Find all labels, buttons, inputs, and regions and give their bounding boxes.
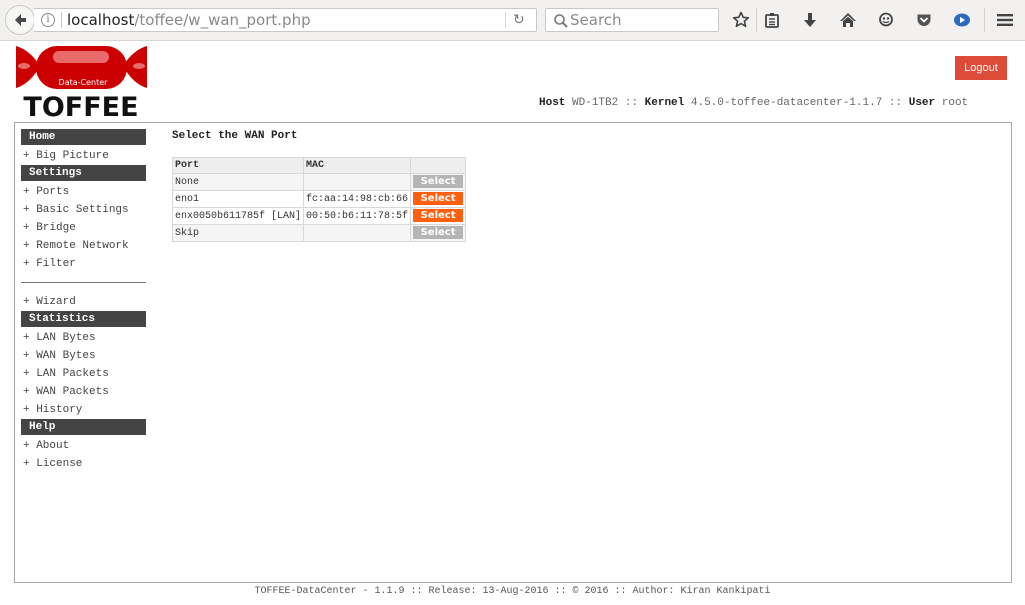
host-value: WD-1TB2	[572, 97, 619, 109]
sidebar-item-wan-packets[interactable]: + WAN Packets	[21, 383, 146, 401]
sidebar-item-big-picture[interactable]: + Big Picture	[21, 147, 146, 165]
port-cell: None	[171, 173, 305, 191]
menu-icon[interactable]	[994, 9, 1016, 31]
star-icon[interactable]	[730, 9, 752, 31]
table-row: None Select	[171, 173, 467, 191]
search-icon	[554, 14, 568, 28]
sidebar-heading-statistics: Statistics	[21, 311, 146, 327]
logo-title: TOFFEE	[23, 92, 138, 118]
sidebar-item-remote-network[interactable]: + Remote Network	[21, 237, 146, 255]
host-label: Host	[539, 97, 566, 109]
sidebar-item-license[interactable]: + License	[21, 455, 146, 473]
page-title: Select the WAN Port	[172, 130, 298, 142]
column-header-action	[410, 157, 467, 174]
sidebar-item-wizard[interactable]: + Wizard	[21, 293, 146, 311]
toolbar-separator	[984, 8, 985, 32]
browser-toolbar: i localhost/toffee/w_wan_port.php ↻ Sear…	[0, 0, 1025, 41]
reading-list-icon[interactable]	[761, 9, 783, 31]
sidebar-item-history[interactable]: + History	[21, 401, 146, 419]
port-cell: enx0050b611785f [LAN]	[171, 207, 305, 225]
select-eno1-button[interactable]: Select	[413, 192, 464, 206]
search-input[interactable]: Search	[570, 11, 622, 29]
reload-icon[interactable]: ↻	[513, 12, 525, 28]
pocket-icon[interactable]	[913, 9, 935, 31]
kernel-value: 4.5.0-toffee-datacenter-1.1.7	[690, 97, 883, 109]
mac-cell	[303, 224, 412, 242]
sidebar-item-about[interactable]: + About	[21, 437, 146, 455]
page-footer: TOFFEE-DataCenter - 1.1.9 :: Release: 13…	[254, 586, 771, 597]
url-host: localhost	[67, 11, 135, 29]
sidebar-item-filter[interactable]: + Filter	[21, 255, 146, 273]
table-row: eno1 fc:aa:14:98:cb:66 Select	[171, 190, 467, 208]
sidebar-heading-home[interactable]: Home	[21, 129, 146, 145]
mac-cell	[303, 173, 412, 191]
info-icon[interactable]: i	[41, 13, 55, 27]
port-cell: Skip	[171, 224, 305, 242]
download-icon[interactable]	[799, 9, 821, 31]
sidebar-item-bridge[interactable]: + Bridge	[21, 219, 146, 237]
url-text[interactable]: localhost/toffee/w_wan_port.php	[67, 11, 311, 29]
port-cell: eno1	[171, 190, 305, 208]
action-cell: Select	[410, 190, 467, 208]
main-panel: Home + Big Picture Settings + Ports + Ba…	[14, 122, 1012, 583]
sidebar-item-lan-packets[interactable]: + LAN Packets	[21, 365, 146, 383]
action-cell: Select	[410, 224, 467, 242]
toolbar-separator	[756, 8, 757, 32]
info-separator: ::	[624, 97, 639, 109]
sidebar-item-ports[interactable]: + Ports	[21, 183, 146, 201]
search-bar[interactable]: Search	[545, 8, 719, 32]
system-info: Host WD-1TB2 :: Kernel 4.5.0-toffee-data…	[539, 97, 968, 109]
select-enx-button[interactable]: Select	[413, 209, 464, 223]
sidebar-heading-help: Help	[21, 419, 146, 435]
select-none-button[interactable]: Select	[413, 175, 464, 189]
table-row: enx0050b611785f [LAN] 00:50:b6:11:78:5f …	[171, 207, 467, 225]
url-path: /toffee/w_wan_port.php	[134, 11, 311, 29]
back-arrow-icon	[15, 14, 26, 26]
url-bar[interactable]: i localhost/toffee/w_wan_port.php ↻	[34, 8, 537, 32]
sidebar-nav: Home + Big Picture Settings + Ports + Ba…	[21, 129, 146, 473]
wan-port-table: Port MAC None Select eno1 fc:aa:14:98:cb…	[171, 157, 467, 242]
kernel-label: Kernel	[644, 97, 685, 109]
logo-subtitle: Data-Center	[59, 78, 109, 87]
candy-logo-icon: Data-Center TOFFEE	[16, 46, 147, 123]
sidebar-divider	[21, 282, 146, 283]
action-cell: Select	[410, 173, 467, 191]
sidebar-item-lan-bytes[interactable]: + LAN Bytes	[21, 329, 146, 347]
column-header-port: Port	[171, 157, 305, 174]
user-label: User	[908, 97, 936, 109]
back-button[interactable]	[5, 5, 35, 35]
sidebar-item-wan-bytes[interactable]: + WAN Bytes	[21, 347, 146, 365]
chat-icon[interactable]	[875, 9, 897, 31]
url-separator	[61, 12, 62, 28]
sidebar-heading-settings: Settings	[21, 165, 146, 181]
select-skip-button[interactable]: Select	[413, 226, 464, 240]
toffee-logo[interactable]: Data-Center TOFFEE	[16, 44, 147, 123]
column-header-mac: MAC	[303, 157, 412, 174]
user-value: root	[941, 97, 969, 109]
content-area: Select the WAN Port Port MAC None Select…	[171, 129, 467, 242]
table-header-row: Port MAC	[171, 157, 467, 174]
mac-cell: fc:aa:14:98:cb:66	[303, 190, 412, 208]
info-separator: ::	[888, 97, 903, 109]
action-cell: Select	[410, 207, 467, 225]
table-row: Skip Select	[171, 224, 467, 242]
home-icon[interactable]	[837, 9, 859, 31]
reload-separator	[505, 12, 506, 28]
logout-button[interactable]: Logout	[955, 56, 1007, 80]
media-icon[interactable]	[951, 9, 973, 31]
sidebar-item-basic-settings[interactable]: + Basic Settings	[21, 201, 146, 219]
mac-cell: 00:50:b6:11:78:5f	[303, 207, 412, 225]
